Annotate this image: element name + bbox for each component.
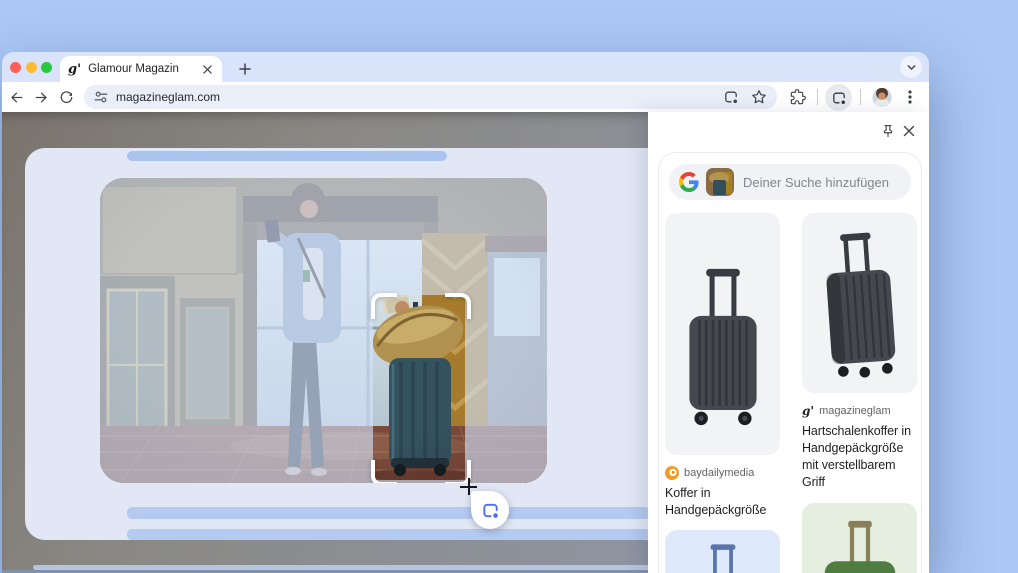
window-maximize-button[interactable] bbox=[41, 61, 52, 73]
lens-toolbar-button[interactable] bbox=[825, 84, 852, 111]
toolbar-divider bbox=[817, 89, 818, 105]
lens-dim-overlay bbox=[465, 295, 547, 480]
google-logo-icon bbox=[679, 172, 699, 192]
lens-side-panel: Deiner Suche hinzufügen baydailymedia Ko… bbox=[648, 112, 929, 573]
address-bar[interactable]: magazineglam.com bbox=[84, 85, 777, 109]
crosshair-cursor bbox=[467, 478, 470, 495]
close-icon[interactable] bbox=[901, 123, 917, 139]
browser-toolbar: magazineglam.com bbox=[2, 82, 929, 112]
toolbar-divider bbox=[860, 89, 861, 105]
selection-handle-top-right[interactable] bbox=[445, 293, 471, 319]
suitcase-image bbox=[710, 544, 735, 573]
site-settings-icon[interactable] bbox=[94, 90, 108, 104]
back-button[interactable] bbox=[6, 87, 26, 107]
lens-selection-button[interactable] bbox=[471, 491, 509, 529]
magazineglam-favicon-icon: g' bbox=[802, 404, 815, 418]
menu-kebab-icon[interactable] bbox=[900, 87, 920, 107]
reload-button[interactable] bbox=[56, 87, 76, 107]
window-minimize-button[interactable] bbox=[25, 61, 37, 73]
suitcase-image bbox=[824, 520, 895, 573]
forward-button[interactable] bbox=[31, 87, 51, 107]
pin-icon[interactable] bbox=[880, 123, 896, 139]
skeleton-text-bar bbox=[127, 529, 648, 540]
query-image-thumbnail[interactable] bbox=[706, 168, 734, 196]
result-source[interactable]: g' magazineglam bbox=[802, 404, 917, 418]
new-tab-button[interactable] bbox=[236, 60, 254, 78]
lens-results-card: Deiner Suche hinzufügen baydailymedia Ko… bbox=[658, 152, 922, 573]
lens-dim-overlay bbox=[100, 295, 373, 480]
skeleton-text-bar bbox=[127, 507, 648, 519]
product-image-card[interactable] bbox=[802, 213, 917, 393]
result-title[interactable]: Koffer in Handgepäckgröße bbox=[665, 485, 780, 519]
lens-dim-overlay bbox=[100, 480, 547, 483]
browser-window: g' Glamour Magazin magazineglam.com Dein… bbox=[2, 52, 929, 573]
lens-address-icon[interactable] bbox=[723, 89, 739, 105]
skeleton-text-bar bbox=[127, 151, 447, 161]
browser-tab[interactable]: g' Glamour Magazin bbox=[60, 56, 222, 82]
suitcase-image bbox=[688, 268, 757, 426]
webpage-viewport[interactable] bbox=[2, 112, 648, 573]
search-placeholder: Deiner Suche hinzufügen bbox=[743, 174, 889, 190]
url-text: magazineglam.com bbox=[116, 90, 221, 104]
baydailymedia-favicon-icon bbox=[665, 466, 679, 480]
suitcase-image bbox=[825, 232, 895, 378]
result-title[interactable]: Hartschalenkoffer in Handgepäckgröße mit… bbox=[802, 423, 917, 491]
tab-title: Glamour Magazin bbox=[88, 63, 179, 75]
selection-handle-top-left[interactable] bbox=[371, 293, 397, 319]
lens-search-bar[interactable]: Deiner Suche hinzufügen bbox=[669, 164, 911, 200]
profile-avatar[interactable] bbox=[872, 87, 892, 107]
extensions-icon[interactable] bbox=[788, 87, 808, 107]
tab-close-icon[interactable] bbox=[200, 62, 214, 76]
article-photo[interactable] bbox=[100, 178, 547, 483]
product-image-card[interactable] bbox=[665, 530, 780, 573]
tab-strip: g' Glamour Magazin bbox=[2, 52, 929, 82]
tab-strip-chevron-button[interactable] bbox=[900, 56, 922, 78]
window-close-button[interactable] bbox=[10, 61, 21, 73]
lens-dim-overlay bbox=[100, 178, 547, 295]
product-image-card[interactable] bbox=[802, 503, 917, 573]
product-image-card[interactable] bbox=[665, 213, 780, 455]
site-favicon-icon: g' bbox=[68, 61, 82, 77]
bookmark-star-icon[interactable] bbox=[751, 89, 767, 105]
result-source[interactable]: baydailymedia bbox=[665, 466, 780, 480]
selection-handle-bottom-left[interactable] bbox=[371, 460, 397, 483]
marketing-background: g' Glamour Magazin magazineglam.com Dein… bbox=[0, 0, 1018, 573]
